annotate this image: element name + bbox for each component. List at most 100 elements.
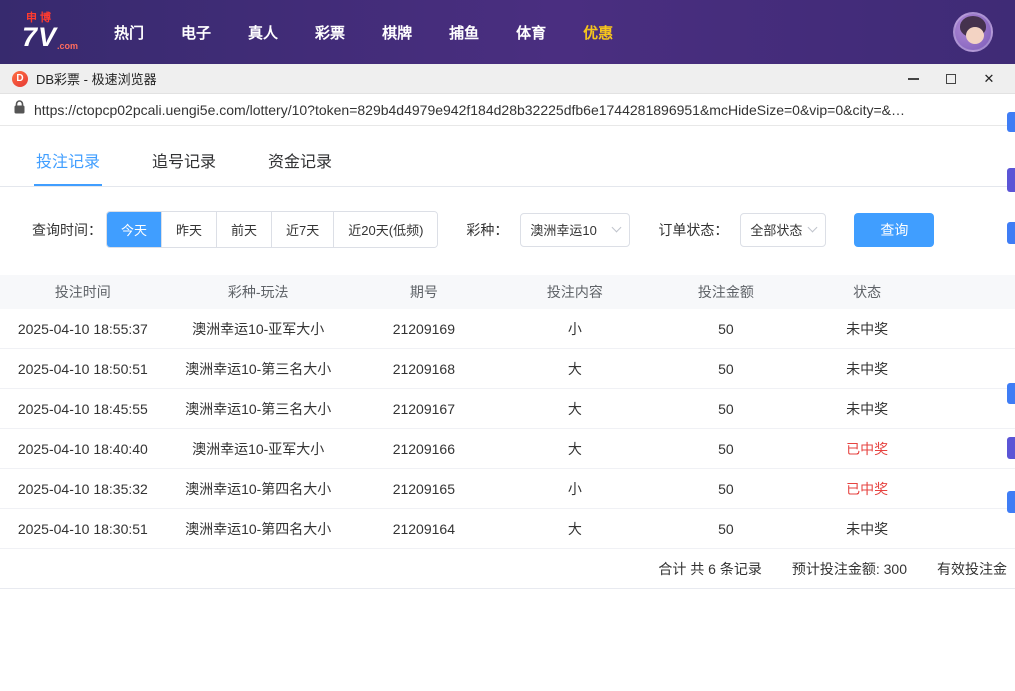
minimize-button[interactable]	[899, 68, 927, 90]
order-status-select-value: 全部状态	[750, 220, 802, 239]
nav-item[interactable]: 体育	[516, 22, 546, 43]
minimize-icon	[908, 78, 919, 80]
user-avatar[interactable]	[953, 12, 993, 52]
avatar-face	[966, 27, 984, 44]
table-row: 2025-04-10 18:40:40 澳洲幸运10-亚军大小 21209166…	[0, 429, 1015, 469]
chevron-down-icon	[612, 223, 622, 233]
nav-item[interactable]: 捕鱼	[449, 22, 479, 43]
logo-text-suffix: .com	[57, 42, 78, 51]
top-nav: 申博 7V.com 热门 电子 真人 彩票 棋牌 捕鱼 体育 优惠	[0, 0, 1015, 64]
cell-issue-number: 21209165	[351, 481, 497, 497]
lock-icon	[14, 100, 25, 119]
nav-item[interactable]: 彩票	[315, 22, 345, 43]
cell-bet-time: 2025-04-10 18:30:51	[0, 521, 166, 537]
cell-bet-amount: 50	[653, 361, 799, 377]
cell-bet-time: 2025-04-10 18:35:32	[0, 481, 166, 497]
cell-issue-number: 21209167	[351, 401, 497, 417]
edge-widget[interactable]	[1007, 222, 1015, 244]
column-header: 投注时间	[0, 282, 166, 302]
column-header: 投注金额	[653, 282, 799, 302]
chevron-down-icon	[808, 223, 818, 233]
cell-issue-number: 21209169	[351, 321, 497, 337]
nav-item[interactable]: 热门	[114, 22, 144, 43]
edge-widget[interactable]	[1007, 168, 1015, 192]
order-status-select[interactable]: 全部状态	[740, 213, 826, 247]
time-filter-label: 查询时间：	[32, 220, 102, 240]
summary-total-records: 合计 共 6 条记录	[658, 559, 761, 579]
cell-bet-time: 2025-04-10 18:50:51	[0, 361, 166, 377]
cell-status: 已中奖	[799, 479, 935, 499]
cell-status: 已中奖	[799, 439, 935, 459]
cell-lottery-play: 澳洲幸运10-亚军大小	[166, 439, 351, 459]
window-title: DB彩票 - 极速浏览器	[36, 69, 157, 88]
summary-valid-amount: 有效投注金	[937, 559, 1007, 579]
time-filter-option[interactable]: 昨天	[161, 212, 216, 247]
cell-bet-time: 2025-04-10 18:45:55	[0, 401, 166, 417]
lottery-filter-label: 彩种：	[466, 220, 508, 240]
time-filter-option[interactable]: 前天	[216, 212, 271, 247]
table-row: 2025-04-10 18:55:37 澳洲幸运10-亚军大小 21209169…	[0, 309, 1015, 349]
filter-bar: 查询时间： 今天 昨天 前天 近7天 近20天(低频) 彩种： 澳洲幸运10 订…	[32, 211, 1015, 248]
record-tab[interactable]: 追号记录	[150, 140, 218, 186]
edge-widget[interactable]	[1007, 491, 1015, 513]
close-button[interactable]: ✕	[975, 68, 1003, 90]
bet-records-table: 投注时间 彩种-玩法 期号 投注内容 投注金额 状态 2025-04-10 18…	[0, 275, 1015, 589]
lottery-select-value: 澳洲幸运10	[530, 220, 596, 239]
table-row: 2025-04-10 18:50:51 澳洲幸运10-第三名大小 2120916…	[0, 349, 1015, 389]
close-icon: ✕	[984, 72, 995, 85]
time-filter-option[interactable]: 近7天	[271, 212, 333, 247]
cell-lottery-play: 澳洲幸运10-第三名大小	[166, 399, 351, 419]
cell-bet-amount: 50	[653, 441, 799, 457]
cell-bet-content: 小	[497, 319, 653, 339]
browser-app-icon: D	[12, 71, 28, 87]
table-row: 2025-04-10 18:35:32 澳洲幸运10-第四名大小 2120916…	[0, 469, 1015, 509]
column-header: 投注内容	[497, 282, 653, 302]
cell-bet-time: 2025-04-10 18:55:37	[0, 321, 166, 337]
url-bar: https://ctopcp02pcali.uengi5e.com/lotter…	[0, 94, 1015, 126]
cell-bet-content: 大	[497, 399, 653, 419]
time-filter-option[interactable]: 今天	[107, 212, 161, 247]
cell-issue-number: 21209166	[351, 441, 497, 457]
table-row: 2025-04-10 18:30:51 澳洲幸运10-第四名大小 2120916…	[0, 509, 1015, 549]
cell-bet-content: 小	[497, 479, 653, 499]
time-filter-group: 今天 昨天 前天 近7天 近20天(低频)	[106, 211, 438, 248]
summary-expected-amount: 预计投注金额: 300	[792, 559, 907, 579]
column-header: 彩种-玩法	[166, 282, 351, 302]
search-button[interactable]: 查询	[854, 213, 934, 247]
record-tab[interactable]: 资金记录	[266, 140, 334, 186]
table-header-row: 投注时间 彩种-玩法 期号 投注内容 投注金额 状态	[0, 275, 1015, 309]
cell-lottery-play: 澳洲幸运10-第三名大小	[166, 359, 351, 379]
nav-item[interactable]: 电子	[181, 22, 211, 43]
nav-item[interactable]: 优惠	[583, 22, 613, 43]
address-input[interactable]: https://ctopcp02pcali.uengi5e.com/lotter…	[34, 102, 905, 118]
window-controls: ✕	[899, 68, 1003, 90]
nav-item[interactable]: 棋牌	[382, 22, 412, 43]
cell-lottery-play: 澳洲幸运10-第四名大小	[166, 479, 351, 499]
lottery-select[interactable]: 澳洲幸运10	[520, 213, 630, 247]
edge-widget[interactable]	[1007, 112, 1015, 132]
site-logo[interactable]: 申博 7V.com	[22, 13, 88, 51]
cell-bet-amount: 50	[653, 321, 799, 337]
browser-titlebar: D DB彩票 - 极速浏览器 ✕	[0, 64, 1015, 94]
cell-issue-number: 21209168	[351, 361, 497, 377]
cell-status: 未中奖	[799, 359, 935, 379]
cell-bet-content: 大	[497, 519, 653, 539]
cell-status: 未中奖	[799, 399, 935, 419]
main-menu: 热门 电子 真人 彩票 棋牌 捕鱼 体育 优惠	[114, 22, 613, 43]
maximize-icon	[946, 74, 956, 84]
cell-bet-content: 大	[497, 359, 653, 379]
nav-item[interactable]: 真人	[248, 22, 278, 43]
record-tab[interactable]: 投注记录	[34, 140, 102, 186]
table-row: 2025-04-10 18:45:55 澳洲幸运10-第三名大小 2120916…	[0, 389, 1015, 429]
time-filter-option[interactable]: 近20天(低频)	[333, 212, 437, 247]
edge-widget[interactable]	[1007, 437, 1015, 459]
cell-lottery-play: 澳洲幸运10-亚军大小	[166, 319, 351, 339]
column-header: 期号	[351, 282, 497, 302]
status-filter-label: 订单状态：	[658, 220, 728, 240]
cell-lottery-play: 澳洲幸运10-第四名大小	[166, 519, 351, 539]
logo-text-main: 7V	[22, 24, 57, 51]
edge-widget[interactable]	[1007, 383, 1015, 404]
column-header: 状态	[799, 282, 935, 302]
screen: 申博 7V.com 热门 电子 真人 彩票 棋牌 捕鱼 体育 优惠	[0, 0, 1015, 691]
maximize-button[interactable]	[937, 68, 965, 90]
